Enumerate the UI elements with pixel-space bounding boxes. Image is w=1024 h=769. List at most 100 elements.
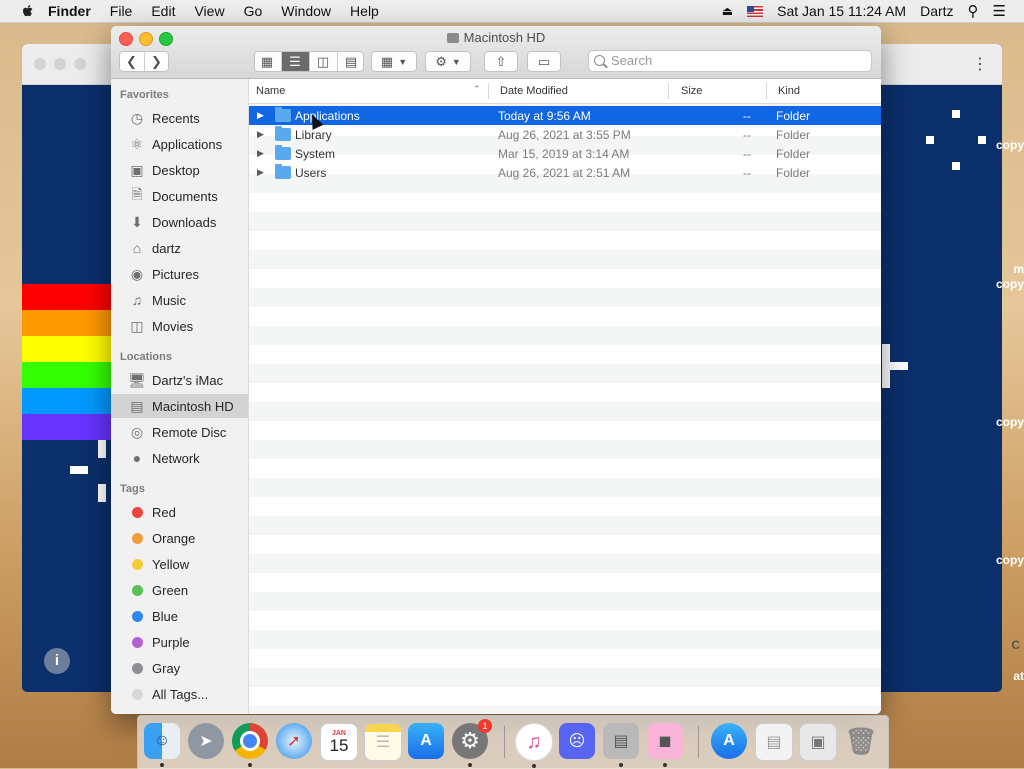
calendar-dock-icon[interactable]: JAN 15: [320, 723, 358, 761]
column-header-kind[interactable]: Kind: [778, 85, 800, 97]
sidebar-item-home[interactable]: ⌂ dartz: [111, 236, 248, 260]
column-header-row: Name ⌃ Date Modified Size Kind: [249, 79, 881, 104]
file-row-library[interactable]: ▶ Library Aug 26, 2021 at 3:55 PM -- Fol…: [249, 125, 881, 144]
sidebar-item-label: Recents: [152, 110, 200, 126]
column-header-size[interactable]: Size: [681, 85, 702, 97]
file-kind: Folder: [776, 147, 811, 161]
input-source-flag-icon[interactable]: [747, 5, 764, 17]
sidebar-item-network[interactable]: ● Network: [111, 446, 248, 470]
file-row-users[interactable]: ▶ Users Aug 26, 2021 at 2:51 AM -- Folde…: [249, 163, 881, 182]
action-menu-button[interactable]: ⚙ ▼: [425, 51, 471, 72]
discord-dock-icon[interactable]: ☹: [559, 723, 595, 759]
share-button[interactable]: ⇧: [484, 51, 518, 72]
sidebar-tag-orange[interactable]: Orange: [111, 526, 248, 550]
edit-tags-button[interactable]: ▭: [527, 51, 561, 72]
search-placeholder: Search: [611, 53, 653, 68]
menubar-user[interactable]: Dartz: [920, 3, 953, 19]
disclosure-triangle-icon[interactable]: ▶: [257, 110, 264, 121]
menu-edit[interactable]: Edit: [151, 3, 175, 19]
search-field[interactable]: Search: [588, 50, 872, 72]
archive-utility-dock-icon[interactable]: ▤: [603, 723, 639, 767]
system-preferences-dock-icon[interactable]: ⚙ 1: [452, 719, 492, 767]
menu-help[interactable]: Help: [350, 3, 379, 19]
sidebar-item-downloads[interactable]: ⬇ Downloads: [111, 210, 248, 234]
more-options-icon[interactable]: ⋮: [972, 54, 988, 74]
safari-dock-icon[interactable]: ➚: [276, 723, 312, 759]
list-view-icon[interactable]: ☰: [281, 52, 310, 71]
sidebar-item-applications[interactable]: ⚛ Applications: [111, 132, 248, 156]
forward-icon[interactable]: ❯: [145, 52, 169, 71]
nyan-cat-dock-icon[interactable]: ◼: [647, 723, 683, 767]
desktop-item-label[interactable]: copy: [996, 415, 1024, 429]
sidebar-item-movies[interactable]: ◫ Movies: [111, 314, 248, 338]
camera-icon: ◉: [130, 265, 144, 282]
screenshot-dock-icon[interactable]: ▣: [799, 723, 837, 761]
sidebar-item-label: Red: [152, 504, 176, 520]
desktop-item-label[interactable]: copy: [996, 138, 1024, 152]
sidebar-item-label: Pictures: [152, 266, 199, 282]
column-view-icon[interactable]: ◫: [310, 52, 338, 71]
notification-center-icon[interactable]: ☰: [993, 2, 1006, 20]
sidebar-item-imac[interactable]: 🖥 Dartz's iMac: [111, 368, 248, 392]
menu-file[interactable]: File: [110, 3, 133, 19]
menubar-clock[interactable]: Sat Jan 15 11:24 AM: [777, 3, 906, 19]
star-decoration: [882, 344, 890, 388]
sidebar-item-label: Green: [152, 582, 189, 598]
info-icon[interactable]: i: [44, 648, 70, 674]
chrome-center-icon: [240, 731, 260, 751]
sidebar-item-music[interactable]: ♫ Music: [111, 288, 248, 312]
gallery-view-icon[interactable]: ▤: [338, 52, 364, 71]
desktop-item-label[interactable]: copy: [996, 553, 1024, 567]
sidebar-tag-gray[interactable]: Gray: [111, 656, 248, 680]
tag-color-dot: [132, 584, 143, 596]
disclosure-triangle-icon[interactable]: ▶: [257, 167, 264, 178]
sidebar-tag-green[interactable]: Green: [111, 578, 248, 602]
disclosure-triangle-icon[interactable]: ▶: [257, 129, 264, 140]
app-store-dock-icon[interactable]: A: [408, 723, 444, 759]
menu-app-finder[interactable]: Finder: [48, 3, 91, 19]
column-header-name[interactable]: Name: [256, 85, 285, 97]
sidebar-tag-blue[interactable]: Blue: [111, 604, 248, 628]
desktop-item-label[interactable]: m: [1013, 262, 1024, 276]
sidebar-item-pictures[interactable]: ◉ Pictures: [111, 262, 248, 286]
music-dock-icon[interactable]: ♫: [515, 723, 553, 768]
column-header-date[interactable]: Date Modified: [500, 85, 568, 97]
sidebar-item-desktop[interactable]: ▣ Desktop: [111, 158, 248, 182]
file-row-system[interactable]: ▶ System Mar 15, 2019 at 3:14 AM -- Fold…: [249, 144, 881, 163]
app-store-download-dock-icon[interactable]: A: [711, 723, 747, 759]
finder-dock-icon[interactable]: ☺: [144, 723, 180, 767]
sidebar-tag-purple[interactable]: Purple: [111, 630, 248, 654]
sidebar-item-recents[interactable]: ◷ Recents: [111, 106, 248, 130]
sidebar-item-label: Downloads: [152, 214, 217, 230]
notes-dock-icon[interactable]: ☰: [364, 723, 402, 761]
icon-view-icon[interactable]: ▦: [255, 52, 282, 71]
clock-icon: ◷: [130, 109, 144, 126]
finder-titlebar: Macintosh HD ❮ ❯ ▦ ☰ ◫ ▤ ▦ ▼ ⚙ ▼ ⇧ ▭ Sea…: [111, 26, 881, 79]
file-name: Applications: [295, 109, 360, 123]
menu-view[interactable]: View: [194, 3, 224, 19]
group-by-button[interactable]: ▦ ▼: [371, 51, 417, 72]
eject-icon[interactable]: ⏏: [722, 4, 733, 18]
sidebar-tag-yellow[interactable]: Yellow: [111, 552, 248, 576]
chrome-dock-icon[interactable]: [232, 723, 268, 767]
desktop-item-label[interactable]: at: [1013, 669, 1024, 683]
back-icon[interactable]: ❮: [120, 52, 145, 71]
sidebar-item-documents[interactable]: 🗎 Documents: [111, 184, 248, 208]
sidebar-item-remote-disc[interactable]: ◎ Remote Disc: [111, 420, 248, 444]
star-decoration: [926, 136, 934, 144]
launchpad-dock-icon[interactable]: ➤: [188, 723, 224, 759]
sidebar-tag-all[interactable]: All Tags...: [111, 682, 248, 706]
menu-window[interactable]: Window: [281, 3, 331, 19]
star-decoration: [98, 484, 106, 502]
disclosure-triangle-icon[interactable]: ▶: [257, 148, 264, 159]
sidebar-tag-red[interactable]: Red: [111, 500, 248, 524]
trash-dock-icon[interactable]: 🗑: [843, 723, 879, 759]
file-row-applications[interactable]: ▶ Applications Today at 9:56 AM -- Folde…: [249, 106, 881, 125]
desktop-item-label[interactable]: C: [1011, 638, 1020, 652]
menu-go[interactable]: Go: [244, 3, 263, 19]
desktop-item-label[interactable]: copy: [996, 277, 1024, 291]
apple-menu-icon[interactable]: [20, 3, 36, 19]
sidebar-item-macintosh-hd[interactable]: ▤ Macintosh HD: [111, 394, 248, 418]
spotlight-search-icon[interactable]: ⚲: [968, 2, 979, 20]
document-dock-icon[interactable]: ▤: [755, 723, 793, 761]
